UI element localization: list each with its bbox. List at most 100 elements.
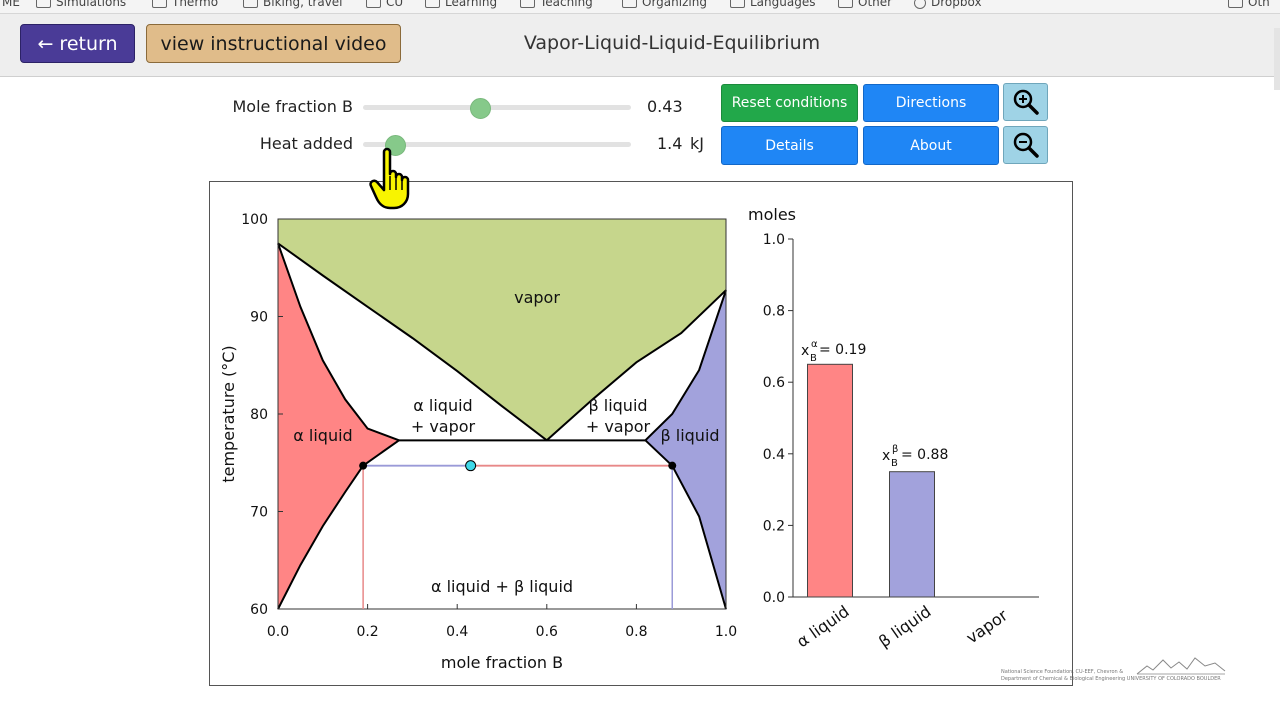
heat-added-unit: kJ xyxy=(690,134,704,153)
state-point[interactable] xyxy=(465,460,477,472)
bar-category-label: vapor xyxy=(963,605,1012,647)
x-tick-label: 0.0 xyxy=(267,624,289,640)
y-axis-label: temperature (°C) xyxy=(219,345,238,482)
bar-y-tick-label: 0.0 xyxy=(763,590,785,606)
bar-y-tick-label: 0.4 xyxy=(763,447,785,463)
bookmark-label: Oth xyxy=(1248,0,1270,9)
beta-vapor-region-label-2: + vapor xyxy=(586,417,651,436)
beta-composition-label: x B β = 0.88 xyxy=(882,444,948,469)
y-tick-label: 70 xyxy=(250,505,268,521)
folder-icon xyxy=(366,0,381,8)
bar-y-tick-label: 1.0 xyxy=(763,232,785,248)
bookmark-label: CU xyxy=(386,0,404,9)
alpha-liquid-region-label: α liquid xyxy=(293,426,352,445)
phase-regions xyxy=(278,219,726,609)
cu-boulder-logo-icon xyxy=(1136,657,1226,675)
folder-icon xyxy=(152,0,167,8)
plot-panel: 0.0 0.2 0.4 0.6 0.8 1.0 60 70 80 90 100 vapor α li… xyxy=(209,181,1073,686)
bookmark-item[interactable]: Thermo xyxy=(152,0,218,9)
bookmark-label: Learning xyxy=(445,0,498,9)
x-tick-label: 0.4 xyxy=(446,624,468,640)
mole-fraction-slider-thumb[interactable] xyxy=(470,98,492,119)
zoom-in-icon xyxy=(1013,89,1039,115)
instructional-video-button[interactable]: view instructional video xyxy=(146,24,401,63)
bookmark-label: Dropbox xyxy=(931,0,982,9)
two-liquid-region-label: α liquid + β liquid xyxy=(431,577,573,596)
x-tick-label: 0.2 xyxy=(356,624,378,640)
bar-category-label: α liquid xyxy=(793,602,853,652)
bar-chart-title: moles xyxy=(748,205,796,224)
bookmark-item[interactable]: Simulations xyxy=(36,0,126,9)
folder-icon xyxy=(425,0,440,8)
svg-text:x: x xyxy=(882,448,890,464)
bookmark-item[interactable]: ME xyxy=(2,0,20,9)
svg-text:B: B xyxy=(891,458,898,469)
folder-icon xyxy=(838,0,853,8)
svg-text:β: β xyxy=(892,444,898,455)
y-tick-label: 100 xyxy=(241,212,268,228)
y-tick-label: 80 xyxy=(250,407,268,423)
beta-liquid-region-label: β liquid xyxy=(660,426,719,445)
bookmark-item[interactable]: Oth xyxy=(1228,0,1270,9)
alpha-vapor-region-label: α liquid xyxy=(413,396,472,415)
bookmark-item[interactable]: Languages xyxy=(730,0,815,9)
svg-text:x: x xyxy=(801,343,809,359)
svg-text:B: B xyxy=(810,353,817,364)
bookmark-item[interactable]: Biking, travel xyxy=(243,0,343,9)
bookmark-label: Biking, travel xyxy=(263,0,343,9)
top-toolbar: ← return view instructional video Vapor-… xyxy=(0,14,1280,90)
alpha-composition-value: = 0.19 xyxy=(819,342,866,358)
mole-fraction-label: Mole fraction B xyxy=(232,97,354,116)
beta-vapor-region-label: β liquid xyxy=(588,396,647,415)
return-button[interactable]: ← return xyxy=(20,24,135,63)
bar-y-tick-label: 0.2 xyxy=(763,518,785,534)
directions-button[interactable]: Directions xyxy=(863,84,999,122)
bar-1 xyxy=(889,471,935,598)
bookmark-label: Simulations xyxy=(56,0,127,9)
x-tick-label: 0.8 xyxy=(625,624,647,640)
bookmark-item[interactable]: Organizing xyxy=(622,0,707,9)
svg-text:α: α xyxy=(811,339,818,350)
vapor-region-label: vapor xyxy=(514,288,560,307)
folder-icon xyxy=(36,0,51,8)
heat-added-value: 1.4 xyxy=(657,134,683,153)
bookmark-item[interactable]: Dropbox xyxy=(914,0,982,9)
scrollbar-edge xyxy=(1274,28,1280,90)
folder-icon xyxy=(730,0,745,8)
x-axis-label: mole fraction B xyxy=(441,653,563,672)
bookmark-item[interactable]: Teaching xyxy=(520,0,593,9)
folder-icon xyxy=(1228,0,1243,8)
bookmark-item[interactable]: Other xyxy=(838,0,892,9)
dropbox-icon xyxy=(914,0,926,9)
hand-cursor-icon xyxy=(369,147,410,210)
beta-composition-value: = 0.88 xyxy=(901,447,948,463)
folder-icon xyxy=(520,0,535,8)
folder-icon xyxy=(243,0,258,8)
mole-fraction-slider-track[interactable] xyxy=(363,105,631,110)
bookmark-label: Teaching xyxy=(540,0,593,9)
x-tick-label: 1.0 xyxy=(715,624,737,640)
zoom-out-button[interactable] xyxy=(1003,126,1048,164)
alpha-composition-label: x B α = 0.19 xyxy=(801,339,866,364)
about-button[interactable]: About xyxy=(863,126,999,165)
reset-conditions-button[interactable]: Reset conditions xyxy=(721,84,858,122)
page-title: Vapor-Liquid-Liquid-Equilibrium xyxy=(523,32,821,54)
credit-line-1: National Science Foundation, CU-EEF, Che… xyxy=(1001,669,1124,675)
zoom-in-button[interactable] xyxy=(1003,83,1048,121)
plot-canvas: 0.0 0.2 0.4 0.6 0.8 1.0 60 70 80 90 100 vapor α li… xyxy=(219,205,1039,672)
bookmark-label: Organizing xyxy=(642,0,707,9)
y-tick-label: 60 xyxy=(250,602,268,618)
bar-category-label: β liquid xyxy=(875,602,934,651)
bar-y-tick-label: 0.8 xyxy=(763,304,785,320)
x-tick-label: 0.6 xyxy=(536,624,558,640)
bookmark-label: Other xyxy=(858,0,893,9)
alpha-vapor-region-label-2: + vapor xyxy=(411,417,476,436)
bookmark-item[interactable]: CU xyxy=(366,0,403,9)
bookmark-label: Languages xyxy=(750,0,816,9)
folder-icon xyxy=(622,0,637,8)
zoom-out-icon xyxy=(1013,132,1039,158)
bookmarks-bar: ME Simulations Thermo Biking, travel CU … xyxy=(0,0,1280,14)
y-tick-label: 90 xyxy=(250,310,268,326)
details-button[interactable]: Details xyxy=(721,126,858,165)
bookmark-item[interactable]: Learning xyxy=(425,0,497,9)
